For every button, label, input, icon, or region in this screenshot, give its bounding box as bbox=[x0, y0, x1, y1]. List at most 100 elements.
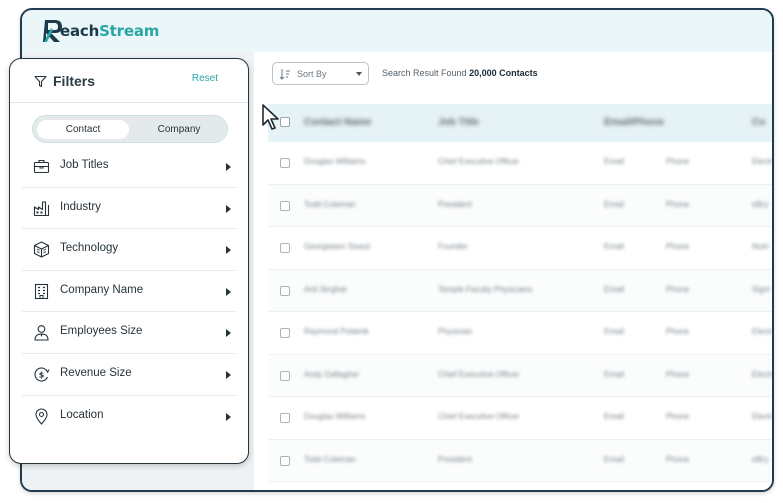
chevron-right-icon bbox=[226, 163, 231, 171]
company-cell: Electr bbox=[752, 327, 773, 336]
job-title-cell: Chief Executive Officer bbox=[438, 369, 520, 379]
phone-cell: Phone bbox=[666, 327, 690, 336]
contact-name-cell: Douglas Williams bbox=[304, 412, 366, 421]
job-title-cell: Chief Executive Officer bbox=[438, 412, 520, 421]
contact-name-cell: Georgiaann Swaol bbox=[304, 242, 370, 251]
toggle-contact[interactable]: Contact bbox=[37, 120, 129, 139]
briefcase-icon bbox=[33, 159, 50, 174]
email-cell: Email bbox=[604, 242, 625, 251]
chevron-right-icon bbox=[226, 370, 231, 379]
filter-item-company-name[interactable]: Company Name bbox=[22, 271, 236, 313]
svg-text:$: $ bbox=[39, 370, 45, 379]
filter-item-industry[interactable]: Industry bbox=[22, 188, 236, 230]
table-row[interactable]: Georgiaann Swaol Founder Email Phone Nutri bbox=[268, 227, 772, 270]
mouse-pointer-icon bbox=[262, 104, 279, 130]
job-title-cell: Physician bbox=[438, 327, 473, 336]
phone-cell: Phone bbox=[666, 199, 690, 209]
contact-name-cell: Todd Coleman bbox=[304, 454, 356, 464]
company-cell: Electr bbox=[752, 369, 773, 379]
filter-item-job-titles[interactable]: Job Titles bbox=[22, 146, 236, 188]
company-cell: Electr bbox=[752, 157, 773, 166]
factory-icon bbox=[33, 201, 50, 216]
filters-header: Filters Reset bbox=[10, 59, 248, 103]
email-cell: Email bbox=[604, 199, 625, 209]
company-cell: Signi bbox=[752, 284, 770, 294]
filter-label: Location bbox=[60, 408, 104, 421]
reachstream-logo[interactable]: eachStream bbox=[42, 18, 159, 44]
sort-by-dropdown[interactable]: Sort By bbox=[272, 62, 369, 85]
table-row[interactable]: Todd Coleman President Email Phone eBry bbox=[268, 439, 772, 482]
contact-name-cell: Andy Gallagher bbox=[304, 369, 360, 379]
phone-cell: Phone bbox=[666, 454, 690, 464]
row-checkbox[interactable] bbox=[280, 158, 290, 168]
search-result-summary: Search Result Found 20,000 Contacts bbox=[382, 68, 538, 78]
row-checkbox[interactable] bbox=[280, 370, 290, 381]
table-header: Contact Name Job Title Email/Phone Co bbox=[268, 104, 772, 142]
header-email-phone: Email/Phone bbox=[604, 117, 665, 128]
filter-label: Industry bbox=[60, 200, 101, 213]
phone-cell: Phone bbox=[666, 369, 690, 379]
row-checkbox[interactable] bbox=[280, 285, 290, 296]
job-title-cell: Chief Executive Officer bbox=[438, 157, 520, 166]
phone-cell: Phone bbox=[666, 242, 690, 251]
location-pin-icon bbox=[35, 408, 48, 425]
row-checkbox[interactable] bbox=[280, 243, 290, 253]
filter-list: Job Titles Industry Technology Company N… bbox=[10, 146, 248, 437]
chevron-down-icon bbox=[356, 72, 362, 76]
table-row[interactable]: Todd Coleman President Email Phone eBry bbox=[268, 184, 772, 227]
email-cell: Email bbox=[604, 157, 625, 166]
result-prefix: Search Result Found bbox=[382, 68, 467, 78]
table-row[interactable]: Anil Singhal Temple Faculty Physicians Ema… bbox=[268, 269, 772, 312]
contact-name-cell: Douglas Williams bbox=[304, 157, 366, 166]
results-area: Sort By Search Result Found 20,000 Conta… bbox=[254, 52, 773, 490]
sort-by-label: Sort By bbox=[297, 68, 327, 79]
phone-cell: Phone bbox=[666, 412, 690, 421]
chevron-right-icon bbox=[226, 412, 231, 421]
row-checkbox[interactable] bbox=[280, 200, 290, 211]
company-cell: Nutri bbox=[752, 242, 769, 251]
contact-company-toggle: Contact Company bbox=[32, 115, 228, 143]
chevron-right-icon bbox=[226, 329, 231, 338]
job-title-cell: Founder bbox=[438, 242, 468, 251]
revenue-icon: $ bbox=[34, 367, 50, 382]
top-bar: eachStream bbox=[22, 10, 772, 52]
reset-link[interactable]: Reset bbox=[192, 73, 218, 84]
filter-label: Technology bbox=[60, 242, 119, 255]
company-cell: eBry bbox=[752, 199, 769, 209]
toggle-company[interactable]: Company bbox=[133, 120, 225, 139]
filter-item-revenue-size[interactable]: $ Revenue Size bbox=[22, 354, 236, 396]
building-icon bbox=[34, 283, 49, 299]
filter-label: Revenue Size bbox=[60, 366, 132, 379]
chevron-right-icon bbox=[226, 204, 231, 213]
contact-name-cell: Anil Singhal bbox=[304, 284, 347, 294]
email-cell: Email bbox=[604, 412, 625, 421]
funnel-icon bbox=[34, 75, 47, 88]
job-title-cell: Temple Faculty Physicians bbox=[438, 284, 533, 294]
header-job-title[interactable]: Job Title bbox=[438, 117, 479, 128]
header-contact-name[interactable]: Contact Name bbox=[304, 117, 371, 128]
contact-name-cell: Todd Coleman bbox=[304, 199, 356, 209]
contacts-table-body: Douglas Williams Chief Executive Officer E… bbox=[268, 142, 773, 482]
email-cell: Email bbox=[604, 454, 625, 464]
row-checkbox[interactable] bbox=[280, 413, 290, 423]
result-count: 20,000 Contacts bbox=[469, 68, 538, 78]
row-checkbox[interactable] bbox=[280, 328, 290, 338]
chevron-right-icon bbox=[226, 287, 231, 296]
job-title-cell: President bbox=[438, 199, 472, 209]
logo-wordmark: eachStream bbox=[60, 22, 160, 40]
filter-item-location[interactable]: Location bbox=[22, 396, 236, 438]
table-row[interactable]: Andy Gallagher Chief Executive Officer Ema… bbox=[268, 354, 773, 397]
filter-label: Employees Size bbox=[60, 325, 143, 338]
filter-label: Job Titles bbox=[60, 159, 109, 171]
job-title-cell: President bbox=[438, 454, 472, 464]
row-checkbox[interactable] bbox=[280, 455, 290, 466]
filter-item-technology[interactable]: Technology bbox=[22, 229, 236, 271]
chevron-right-icon bbox=[226, 246, 231, 255]
filter-label: Company Name bbox=[60, 283, 144, 296]
table-row[interactable]: Douglas Williams Chief Executive Officer E… bbox=[268, 397, 772, 440]
table-row[interactable]: Raymond Polatnik Physician Email Phone Elect… bbox=[268, 312, 773, 355]
company-cell: eBry bbox=[752, 454, 769, 464]
table-row[interactable]: Douglas Williams Chief Executive Officer E… bbox=[268, 142, 773, 185]
cube-icon bbox=[33, 241, 50, 258]
filter-item-employees-size[interactable]: Employees Size bbox=[22, 312, 236, 354]
